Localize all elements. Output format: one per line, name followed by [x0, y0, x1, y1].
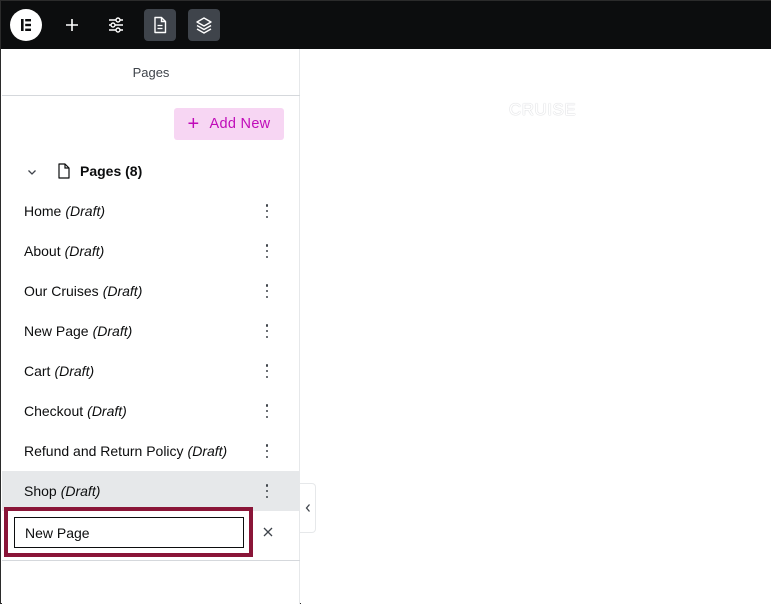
page-item-our-cruises[interactable]: Our Cruises (Draft) — [2, 271, 300, 311]
page-title: Home — [24, 203, 62, 219]
page-status: (Draft) — [87, 403, 127, 419]
page-title: Shop — [24, 483, 57, 499]
pages-group-toggle[interactable]: Pages (8) — [2, 155, 300, 187]
page-list: Home (Draft) About (Draft) Our Cruises (… — [2, 191, 300, 511]
page-item-new-page[interactable]: New Page (Draft) — [2, 311, 300, 351]
document-icon — [58, 163, 70, 179]
page-item-checkout[interactable]: Checkout (Draft) — [2, 391, 300, 431]
editor-window: Pages + Add New Pages (8) Home (Draft) A… — [0, 0, 771, 604]
add-new-button[interactable]: + Add New — [174, 108, 284, 140]
collapse-panel-button[interactable] — [300, 483, 316, 533]
more-options-icon[interactable] — [264, 324, 270, 338]
structure-button[interactable] — [188, 9, 220, 41]
page-title: New Page — [24, 323, 89, 339]
document-icon — [154, 16, 167, 34]
more-options-icon[interactable] — [264, 484, 270, 498]
pages-button[interactable] — [144, 9, 176, 41]
page-status: (Draft) — [64, 243, 105, 259]
page-status: (Draft) — [187, 443, 228, 459]
page-status: (Draft) — [102, 283, 143, 299]
more-options-icon[interactable] — [264, 364, 270, 378]
more-options-icon[interactable] — [264, 284, 270, 298]
more-options-icon[interactable] — [264, 244, 270, 258]
sliders-icon — [109, 17, 123, 33]
pages-group-label: Pages (8) — [80, 163, 143, 179]
more-options-icon[interactable] — [264, 404, 270, 418]
page-title: Our Cruises — [24, 283, 99, 299]
page-item-shop[interactable]: Shop (Draft) — [2, 471, 300, 511]
chevron-left-icon — [305, 504, 310, 512]
site-settings-button[interactable] — [100, 9, 132, 41]
page-title: Cart — [24, 363, 51, 379]
page-title: Checkout — [24, 403, 84, 419]
page-item-home[interactable]: Home (Draft) — [2, 191, 300, 231]
add-element-button[interactable] — [56, 9, 88, 41]
page-title: About — [24, 243, 61, 259]
new-page-title-input[interactable] — [14, 517, 244, 548]
panel-title: Pages — [2, 49, 300, 96]
page-status: (Draft) — [65, 203, 106, 219]
canvas-heading: CRUISE — [509, 100, 577, 119]
plus-icon — [66, 19, 78, 31]
more-options-icon[interactable] — [264, 204, 270, 218]
page-status: (Draft) — [54, 363, 95, 379]
chevron-down-icon[interactable] — [26, 166, 38, 178]
page-title: Refund and Return Policy — [24, 443, 184, 459]
plus-icon: + — [187, 112, 200, 135]
pages-panel: Pages + Add New Pages (8) Home (Draft) A… — [2, 49, 300, 604]
page-status: (Draft) — [60, 483, 101, 499]
top-bar — [1, 1, 771, 49]
close-icon[interactable] — [261, 525, 275, 539]
elementor-logo-icon[interactable] — [10, 9, 42, 41]
add-new-label: Add New — [209, 116, 271, 132]
preview-canvas: CRUISE — [301, 49, 771, 604]
page-item-about[interactable]: About (Draft) — [2, 231, 300, 271]
page-item-cart[interactable]: Cart (Draft) — [2, 351, 300, 391]
layers-icon — [196, 17, 212, 34]
more-options-icon[interactable] — [264, 444, 270, 458]
page-status: (Draft) — [92, 323, 133, 339]
page-item-refund-policy[interactable]: Refund and Return Policy (Draft) — [2, 431, 300, 471]
